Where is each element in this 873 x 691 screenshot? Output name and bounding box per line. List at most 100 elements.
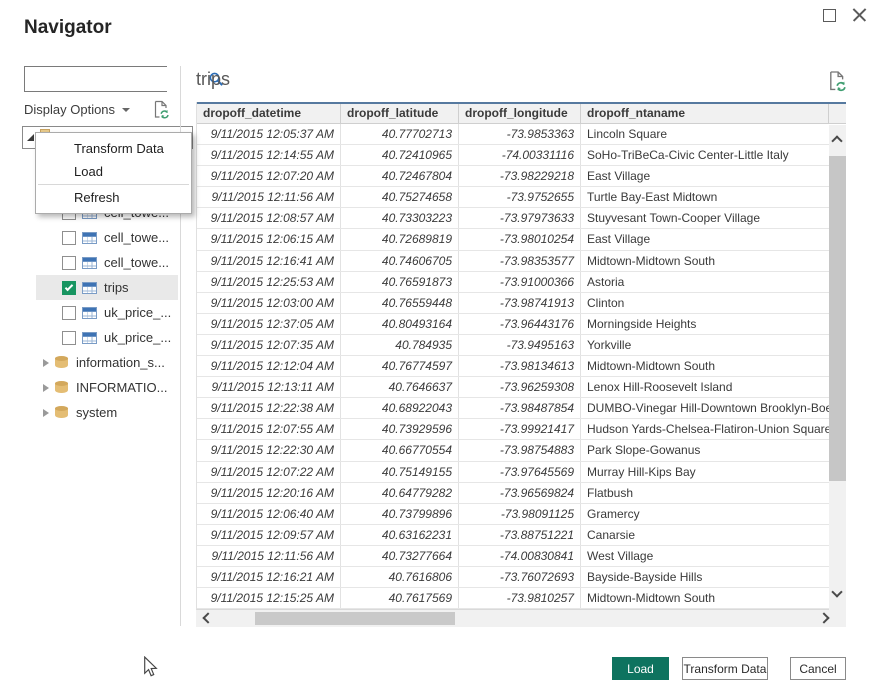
- table-cell: 40.74606705: [341, 251, 459, 271]
- database-icon: [55, 381, 68, 395]
- tree-item-label: cell_towe...: [104, 255, 169, 270]
- table-cell: -73.98091125: [459, 504, 581, 524]
- table-row[interactable]: 9/11/2015 12:07:55 AM 40.73929596 -73.99…: [197, 419, 846, 440]
- maximize-icon[interactable]: [823, 9, 836, 22]
- table-row[interactable]: 9/11/2015 12:07:22 AM 40.75149155 -73.97…: [197, 462, 846, 483]
- tree-item[interactable]: INFORMATIO...: [36, 375, 178, 400]
- scroll-right-icon[interactable]: [818, 612, 829, 623]
- tree-item-label: system: [76, 405, 117, 420]
- grid-header: dropoff_datetime dropoff_latitude dropof…: [197, 102, 846, 124]
- table-checkbox[interactable]: [62, 256, 76, 270]
- table-checkbox[interactable]: [62, 231, 76, 245]
- table-cell: -73.97645569: [459, 462, 581, 482]
- table-cell: 9/11/2015 12:12:04 AM: [197, 356, 341, 376]
- table-row[interactable]: 9/11/2015 12:22:38 AM 40.68922043 -73.98…: [197, 398, 846, 419]
- tree-item[interactable]: cell_towe...: [36, 250, 178, 275]
- table-row[interactable]: 9/11/2015 12:11:56 AM 40.73277664 -74.00…: [197, 546, 846, 567]
- table-row[interactable]: 9/11/2015 12:16:41 AM 40.74606705 -73.98…: [197, 251, 846, 272]
- grid-body: 9/11/2015 12:05:37 AM 40.77702713 -73.98…: [197, 124, 846, 609]
- table-cell: -73.98010254: [459, 229, 581, 249]
- refresh-preview-icon[interactable]: [828, 70, 843, 89]
- table-cell: East Village: [581, 229, 846, 249]
- scroll-up-icon[interactable]: [831, 135, 842, 146]
- table-row[interactable]: 9/11/2015 12:37:05 AM 40.80493164 -73.96…: [197, 314, 846, 335]
- cancel-button[interactable]: Cancel: [790, 657, 846, 680]
- table-row[interactable]: 9/11/2015 12:12:04 AM 40.76774597 -73.98…: [197, 356, 846, 377]
- table-row[interactable]: 9/11/2015 12:07:35 AM 40.784935 -73.9495…: [197, 335, 846, 356]
- table-row[interactable]: 9/11/2015 12:11:56 AM 40.75274658 -73.97…: [197, 187, 846, 208]
- refresh-preview-icon[interactable]: [153, 100, 168, 119]
- scroll-left-icon[interactable]: [202, 612, 213, 623]
- tree-item[interactable]: cell_towe...: [36, 225, 178, 250]
- expand-arrow-expanded-icon[interactable]: [27, 134, 34, 141]
- tree-item[interactable]: trips: [36, 275, 178, 300]
- table-row[interactable]: 9/11/2015 12:14:55 AM 40.72410965 -74.00…: [197, 145, 846, 166]
- table-row[interactable]: 9/11/2015 12:07:20 AM 40.72467804 -73.98…: [197, 166, 846, 187]
- context-menu-item[interactable]: Load: [36, 160, 191, 183]
- table-row[interactable]: 9/11/2015 12:09:57 AM 40.63162231 -73.88…: [197, 525, 846, 546]
- expand-arrow-icon[interactable]: [43, 384, 49, 392]
- table-cell: -73.96259308: [459, 377, 581, 397]
- scroll-down-icon[interactable]: [831, 586, 842, 597]
- tree-item-label: INFORMATIO...: [76, 380, 167, 395]
- table-row[interactable]: 9/11/2015 12:06:40 AM 40.73799896 -73.98…: [197, 504, 846, 525]
- table-icon: [82, 332, 97, 344]
- table-cell: -73.9853363: [459, 124, 581, 144]
- table-cell: 9/11/2015 12:25:53 AM: [197, 272, 341, 292]
- chevron-down-icon: [122, 108, 130, 112]
- table-cell: Midtown-Midtown South: [581, 588, 846, 608]
- table-row[interactable]: 9/11/2015 12:03:00 AM 40.76559448 -73.98…: [197, 293, 846, 314]
- table-checkbox[interactable]: [62, 331, 76, 345]
- table-cell: 40.66770554: [341, 440, 459, 460]
- table-checkbox[interactable]: [62, 306, 76, 320]
- table-cell: 9/11/2015 12:37:05 AM: [197, 314, 341, 334]
- table-row[interactable]: 9/11/2015 12:06:15 AM 40.72689819 -73.98…: [197, 229, 846, 250]
- column-header-filler: [829, 104, 846, 123]
- table-row[interactable]: 9/11/2015 12:08:57 AM 40.73303223 -73.97…: [197, 208, 846, 229]
- search-box[interactable]: [24, 66, 167, 92]
- transform-data-button[interactable]: Transform Data: [682, 657, 768, 680]
- expand-arrow-icon[interactable]: [43, 359, 49, 367]
- mouse-cursor: [143, 656, 159, 683]
- table-cell: 9/11/2015 12:16:41 AM: [197, 251, 341, 271]
- table-row[interactable]: 9/11/2015 12:13:11 AM 40.7646637 -73.962…: [197, 377, 846, 398]
- context-menu: Transform DataLoad Refresh: [35, 132, 192, 214]
- table-row[interactable]: 9/11/2015 12:22:30 AM 40.66770554 -73.98…: [197, 440, 846, 461]
- column-header-dropoff-datetime[interactable]: dropoff_datetime: [197, 104, 341, 123]
- vertical-scrollbar-thumb[interactable]: [829, 156, 846, 481]
- table-cell: 40.75274658: [341, 187, 459, 207]
- display-options[interactable]: Display Options: [24, 99, 168, 119]
- expand-arrow-icon[interactable]: [43, 409, 49, 417]
- load-button[interactable]: Load: [612, 657, 669, 680]
- table-cell: West Village: [581, 546, 846, 566]
- column-header-dropoff-longitude[interactable]: dropoff_longitude: [459, 104, 581, 123]
- table-icon: [82, 282, 97, 294]
- close-icon[interactable]: [852, 8, 867, 23]
- horizontal-scrollbar-thumb[interactable]: [255, 612, 455, 625]
- table-cell: 40.7646637: [341, 377, 459, 397]
- table-cell: Gramercy: [581, 504, 846, 524]
- table-cell: -73.9495163: [459, 335, 581, 355]
- context-menu-item[interactable]: Refresh: [36, 186, 191, 209]
- table-row[interactable]: 9/11/2015 12:15:25 AM 40.7617569 -73.981…: [197, 588, 846, 609]
- tree-item-label: trips: [104, 280, 129, 295]
- table-cell: -73.9752655: [459, 187, 581, 207]
- table-row[interactable]: 9/11/2015 12:16:21 AM 40.7616806 -73.760…: [197, 567, 846, 588]
- search-input[interactable]: [25, 67, 209, 91]
- context-menu-item[interactable]: Transform Data: [36, 137, 191, 160]
- table-checkbox[interactable]: [62, 281, 76, 295]
- table-row[interactable]: 9/11/2015 12:25:53 AM 40.76591873 -73.91…: [197, 272, 846, 293]
- table-cell: SoHo-TriBeCa-Civic Center-Little Italy: [581, 145, 846, 165]
- column-header-dropoff-ntaname[interactable]: dropoff_ntaname: [581, 104, 829, 123]
- database-icon: [55, 406, 68, 420]
- table-cell: -73.97973633: [459, 208, 581, 228]
- column-header-dropoff-latitude[interactable]: dropoff_latitude: [341, 104, 459, 123]
- tree-item[interactable]: uk_price_...: [36, 325, 178, 350]
- horizontal-scrollbar[interactable]: [196, 610, 846, 627]
- tree-item[interactable]: system: [36, 400, 178, 425]
- tree-item[interactable]: uk_price_...: [36, 300, 178, 325]
- vertical-scrollbar[interactable]: [829, 125, 846, 610]
- table-row[interactable]: 9/11/2015 12:20:16 AM 40.64779282 -73.96…: [197, 483, 846, 504]
- table-row[interactable]: 9/11/2015 12:05:37 AM 40.77702713 -73.98…: [197, 124, 846, 145]
- tree-item[interactable]: information_s...: [36, 350, 178, 375]
